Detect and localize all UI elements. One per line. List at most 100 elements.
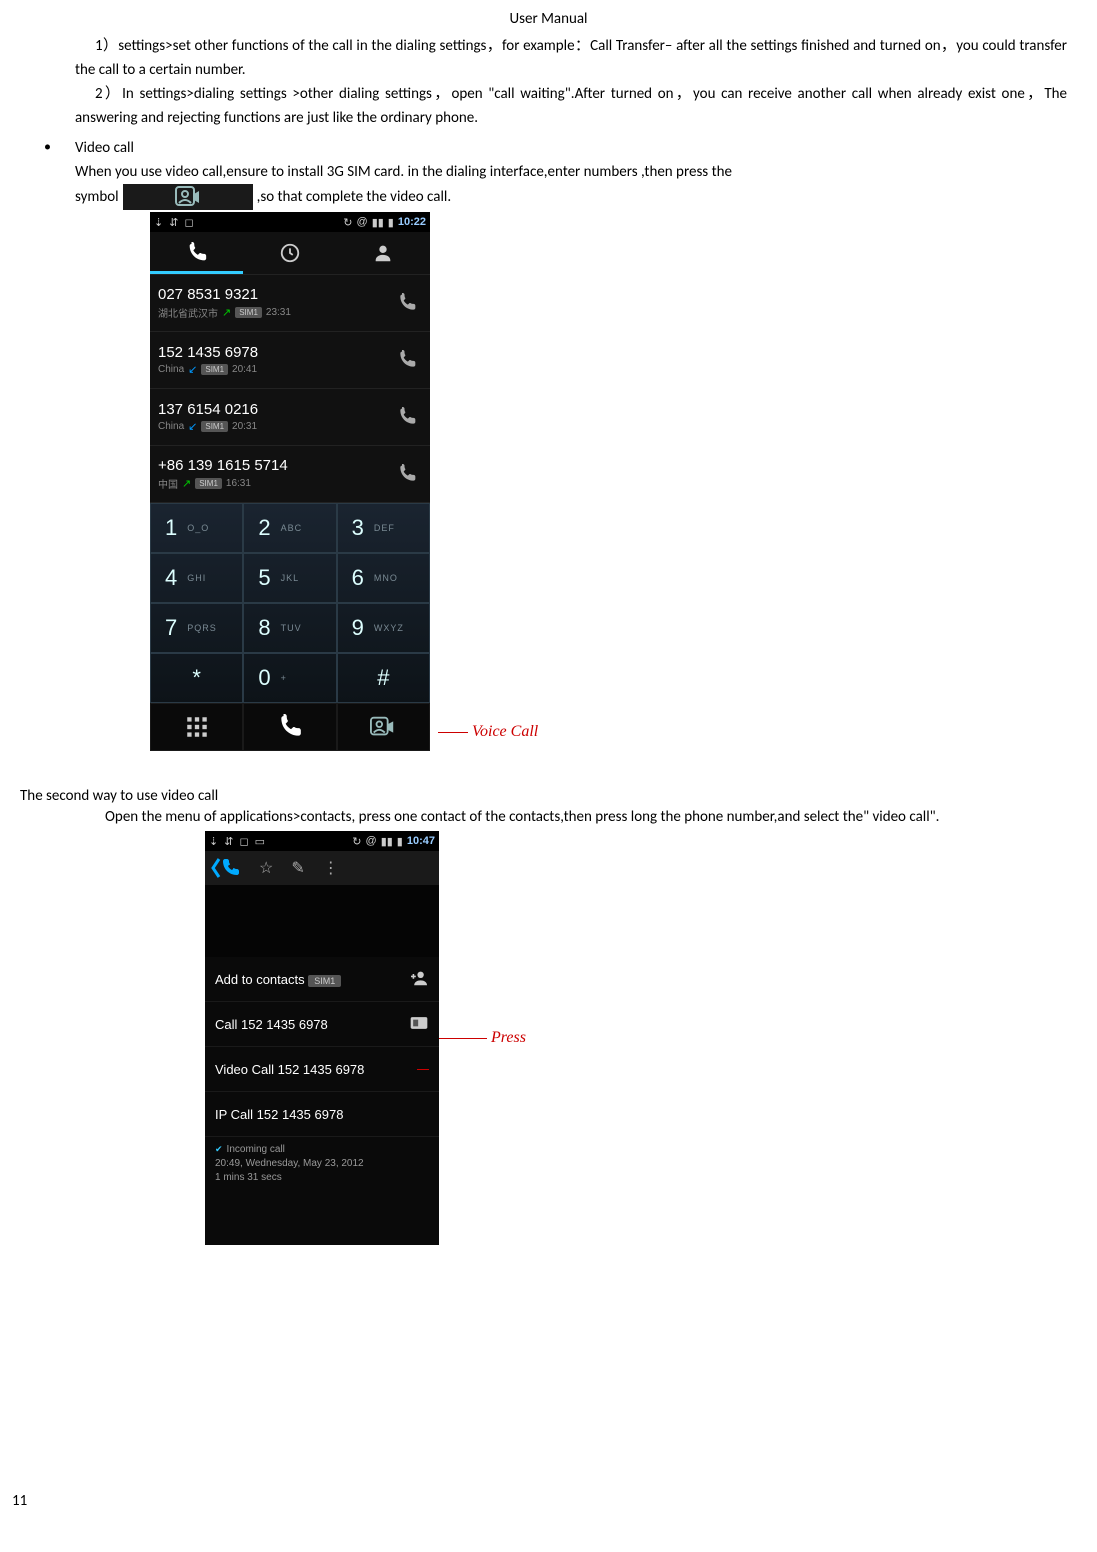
dial-icon[interactable] [392, 288, 422, 318]
call-log-info: ✔Incoming call 20:49, Wednesday, May 23,… [205, 1137, 439, 1245]
key-letters: + [281, 673, 287, 683]
notif-icon: ⇵ [224, 835, 233, 848]
recent-tab[interactable] [243, 232, 336, 274]
paragraph-1: 1）settings>set other functions of the ca… [75, 34, 1067, 82]
incoming-icon: ↙ [188, 363, 197, 376]
contact-menu-item[interactable]: IP Call 152 1435 6978 [205, 1092, 439, 1137]
keypad-key-4[interactable]: 4GHI [150, 553, 243, 603]
key-letters: PQRS [187, 623, 217, 633]
clock-2: 10:47 [407, 835, 435, 847]
dial-icon[interactable] [392, 459, 422, 489]
notif-icon: ▭ [255, 835, 265, 848]
symbol-label-post: ,so that complete the video call. [257, 188, 452, 206]
key-letters: JKL [281, 573, 300, 583]
bullet-title: Video call [75, 136, 1077, 160]
call-button[interactable] [243, 703, 336, 751]
keypad-key-*[interactable]: * [150, 653, 243, 703]
more-icon[interactable]: ⋮ [323, 858, 339, 878]
keypad-key-1[interactable]: 1 O_O [150, 503, 243, 553]
keypad-key-2[interactable]: 2ABC [243, 503, 336, 553]
keypad-key-9[interactable]: 9 WXYZ [337, 603, 430, 653]
data-icon: @ [357, 216, 368, 228]
dial-icon[interactable] [392, 402, 422, 432]
call-log-row[interactable]: +86 139 1615 5714 中国 ↗ SIM1 16:31 [150, 446, 430, 503]
keypad-key-7[interactable]: 7 PQRS [150, 603, 243, 653]
page-header: User Manual [20, 10, 1077, 28]
paragraph-3: When you use video call,ensure to instal… [75, 160, 1067, 184]
call-location: China [158, 364, 184, 375]
edit-icon[interactable]: ✎ [291, 858, 304, 878]
signal-icon: ▮▮ [372, 216, 384, 229]
notif-icon-2: ◻ [184, 216, 193, 229]
battery-icon: ▮ [397, 835, 403, 848]
incoming-icon: ↙ [188, 420, 197, 433]
section-2-title: The second way to use video call [20, 787, 1077, 805]
keypad-key-8[interactable]: 8 TUV [243, 603, 336, 653]
video-call-button[interactable] [337, 703, 430, 751]
call-time: 16:31 [226, 478, 251, 489]
key-digit: 4 [165, 565, 177, 591]
annotation-tick [417, 1069, 429, 1070]
person-add-icon [409, 970, 429, 989]
call-number: 152 1435 6978 [158, 344, 392, 361]
call-log-row[interactable]: 137 6154 0216 China ↙ SIM1 20:31 [150, 389, 430, 446]
contacts-tab[interactable] [337, 232, 430, 274]
key-digit: 8 [258, 615, 270, 641]
notif-icon: ⇣ [209, 835, 218, 848]
call-time: 20:41 [232, 364, 257, 375]
contact-menu-item[interactable]: Video Call 152 1435 6978 [205, 1047, 439, 1092]
contact-menu-item[interactable]: Call 152 1435 6978 [205, 1002, 439, 1047]
menu-label: Video Call 152 1435 6978 [215, 1062, 364, 1077]
call-log-row[interactable]: 027 8531 9321 湖北省武汉市 ↗ SIM1 23:31 [150, 275, 430, 332]
key-digit: * [192, 665, 201, 691]
key-letters: WXYZ [374, 623, 404, 633]
signal-icon: ▮▮ [381, 835, 393, 848]
call-log-row[interactable]: 152 1435 6978 China ↙ SIM1 20:41 [150, 332, 430, 389]
symbol-label-pre: symbol [75, 188, 119, 206]
keypad-key-0[interactable]: 0+ [243, 653, 336, 703]
key-digit: 2 [258, 515, 270, 541]
key-digit: 7 [165, 615, 177, 641]
menu-button[interactable] [150, 703, 243, 751]
outgoing-icon: ↗ [182, 477, 191, 490]
sim-badge: SIM1 [201, 364, 228, 375]
star-icon[interactable]: ☆ [259, 858, 273, 878]
key-digit: 3 [352, 515, 364, 541]
page-number: 11 [12, 1492, 27, 1510]
call-location: 中国 [158, 476, 178, 491]
voice-call-annotation: Voice Call [438, 723, 538, 741]
key-letters: MNO [374, 573, 398, 583]
keypad-key-3[interactable]: 3 DEF [337, 503, 430, 553]
key-letters: TUV [281, 623, 302, 633]
paragraph-2: 2）In settings>dialing settings >other di… [75, 82, 1067, 130]
contact-menu-item[interactable]: Add to contacts SIM1 [205, 957, 439, 1002]
contact-topbar: ☆ ✎ ⋮ [205, 851, 439, 885]
data-icon: @ [366, 835, 377, 847]
menu-label: Add to contacts SIM1 [215, 972, 341, 987]
outgoing-icon: ↗ [222, 306, 231, 319]
key-digit: 9 [352, 615, 364, 641]
check-icon: ✔ [215, 1144, 223, 1154]
keypad-key-6[interactable]: 6 MNO [337, 553, 430, 603]
key-digit: 6 [352, 565, 364, 591]
call-location: China [158, 421, 184, 432]
sync-icon: ↻ [343, 216, 352, 229]
dialer-screenshot: ⇣ ⇵ ◻ ↻ @ ▮▮ ▮ 10:22 02 [150, 212, 430, 751]
sim-icon [409, 1015, 429, 1034]
key-letters: O_O [187, 523, 209, 533]
call-location: 湖北省武汉市 [158, 305, 218, 320]
dial-icon[interactable] [392, 345, 422, 375]
menu-label: IP Call 152 1435 6978 [215, 1107, 343, 1122]
call-time: 23:31 [266, 307, 291, 318]
paragraph-4: Open the menu of applications>contacts, … [75, 805, 1067, 829]
dialer-tab[interactable] [150, 232, 243, 274]
wifi-icon: ⇣ [154, 216, 163, 229]
back-phone-icon[interactable] [211, 855, 241, 881]
notif-icon: ⇵ [169, 216, 178, 229]
keypad-key-5[interactable]: 5JKL [243, 553, 336, 603]
key-digit: 1 [165, 515, 177, 541]
sim-badge: SIM1 [201, 421, 228, 432]
video-call-symbol [123, 184, 253, 210]
keypad-key-#[interactable]: # [337, 653, 430, 703]
key-letters: DEF [374, 523, 395, 533]
